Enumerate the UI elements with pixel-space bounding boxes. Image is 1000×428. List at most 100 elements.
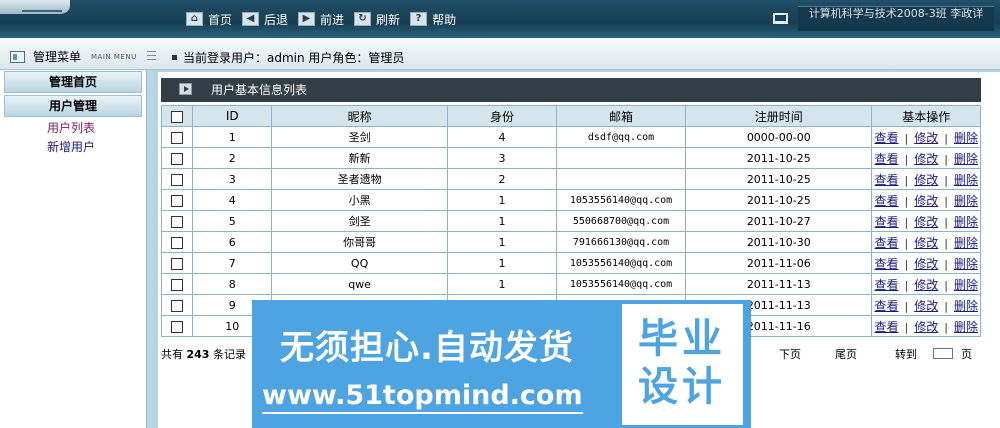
row-checkbox[interactable] (171, 278, 184, 291)
action-separator: | (944, 278, 948, 292)
sidebar-item-user-list[interactable]: 用户列表 (0, 119, 146, 138)
logo (0, 0, 70, 14)
cell-role: 1 (447, 252, 557, 274)
goto-page-input[interactable] (933, 348, 953, 359)
edit-link[interactable]: 修改 (914, 194, 938, 208)
bullet-icon (172, 55, 177, 60)
forward-arrow-icon: ▶ (298, 12, 316, 26)
sidebar-item-add-user[interactable]: 新增用户 (0, 138, 146, 157)
cell-register-time: 0000-00-00 (685, 126, 873, 148)
delete-link[interactable]: 删除 (954, 299, 978, 313)
row-checkbox[interactable] (171, 236, 184, 249)
column-header: 邮箱 (555, 105, 687, 127)
view-link[interactable]: 查看 (875, 152, 899, 166)
top-bar: ⌂ 首页 ◀ 后退 ▶ 前进 ↻ 刷新 ? 帮助 计算机科学与技术2008-3班… (0, 0, 1000, 38)
delete-link[interactable]: 删除 (954, 194, 978, 208)
row-checkbox[interactable] (171, 152, 184, 165)
action-separator: | (904, 194, 909, 208)
view-link[interactable]: 查看 (875, 236, 899, 250)
play-icon (179, 83, 192, 95)
delete-link[interactable]: 删除 (954, 278, 978, 292)
column-header: 昵称 (271, 105, 449, 127)
home-icon: ⌂ (186, 12, 203, 26)
row-select-cell (160, 168, 194, 190)
delete-link[interactable]: 删除 (954, 131, 978, 145)
watermark-banner: 无须担心.自动发货 www.51topmind.com 毕业 设计 (252, 300, 751, 428)
cell-id: 1 (192, 126, 273, 148)
refresh-icon: ↻ (354, 12, 372, 26)
cell-register-time: 2011-10-25 (685, 147, 873, 169)
nav-help-button[interactable]: ? 帮助 (410, 11, 456, 28)
table-row: 3 圣者遗物 2 2011-10-25 查看 | 修改 | 删除 (160, 168, 981, 190)
column-header: 身份 (447, 105, 557, 127)
action-separator: | (944, 257, 948, 271)
table-row: 4 小黑 1 1053556140@qq.com 2011-10-25 查看 | 修改 | 删除 (160, 189, 981, 211)
row-checkbox[interactable] (171, 173, 184, 186)
table-row: 7 QQ 1 1053556140@qq.com 2011-11-06 查看 | 修改 | 删除 (160, 252, 981, 274)
row-checkbox[interactable] (171, 299, 184, 312)
delete-link[interactable]: 删除 (954, 320, 978, 334)
row-select-cell (160, 231, 194, 253)
table-row: 8 qwe 1 1053556140@qq.com 2011-11-13 查看 | 修改 | 删除 (160, 273, 981, 295)
last-page-link[interactable]: 尾页 (835, 346, 857, 362)
row-select-cell (160, 252, 194, 274)
table-row: 1 圣剑 4 dsdf@qq.com 0000-00-00 查看 | 修改 | 删除 (160, 126, 981, 148)
view-link[interactable]: 查看 (875, 194, 899, 208)
cell-nickname: qwe (271, 273, 449, 295)
collapse-menu-icon[interactable] (147, 51, 156, 60)
delete-link[interactable]: 删除 (954, 152, 978, 166)
edit-link[interactable]: 修改 (914, 320, 938, 334)
edit-link[interactable]: 修改 (914, 257, 938, 271)
sidebar-section-user-management[interactable]: 用户管理 (4, 95, 142, 117)
view-link[interactable]: 查看 (875, 320, 899, 334)
delete-link[interactable]: 删除 (954, 215, 978, 229)
menu-title: 管理菜单 MAIN MENU (10, 48, 137, 65)
watermark-logo: 毕业 设计 (622, 304, 743, 425)
row-checkbox[interactable] (171, 131, 184, 144)
goto-label: 转到 (895, 348, 917, 361)
edit-link[interactable]: 修改 (914, 299, 938, 313)
edit-link[interactable]: 修改 (914, 278, 938, 292)
cell-nickname: 你哥哥 (271, 231, 449, 253)
cell-email (555, 147, 687, 169)
view-link[interactable]: 查看 (875, 131, 899, 145)
row-select-cell (160, 147, 194, 169)
nav-home-button[interactable]: ⌂ 首页 (186, 11, 232, 28)
delete-link[interactable]: 删除 (954, 173, 978, 187)
delete-link[interactable]: 删除 (954, 257, 978, 271)
edit-link[interactable]: 修改 (914, 152, 938, 166)
view-link[interactable]: 查看 (875, 278, 899, 292)
app-window: ⌂ 首页 ◀ 后退 ▶ 前进 ↻ 刷新 ? 帮助 计算机科学与技术2008-3班… (0, 0, 1000, 428)
row-checkbox[interactable] (171, 194, 184, 207)
edit-link[interactable]: 修改 (914, 173, 938, 187)
cell-actions: 查看 | 修改 | 删除 (871, 252, 981, 274)
edit-link[interactable]: 修改 (914, 236, 938, 250)
view-link[interactable]: 查看 (875, 257, 899, 271)
view-link[interactable]: 查看 (875, 173, 899, 187)
view-link[interactable]: 查看 (875, 299, 899, 313)
cell-nickname: 小黑 (271, 189, 449, 211)
row-select-cell (160, 126, 194, 148)
action-separator: | (904, 131, 909, 145)
cell-id: 7 (192, 252, 273, 274)
edit-link[interactable]: 修改 (914, 131, 938, 145)
action-separator: | (904, 299, 909, 313)
sidebar-section-home[interactable]: 管理首页 (4, 71, 142, 93)
panel-title: 用户基本信息列表 (211, 83, 308, 97)
watermark-logo-line1: 毕业 (638, 316, 726, 362)
row-checkbox[interactable] (171, 257, 184, 270)
next-page-link[interactable]: 下页 (779, 346, 801, 362)
action-separator: | (944, 131, 948, 145)
select-all-checkbox[interactable] (171, 110, 184, 123)
row-checkbox[interactable] (171, 320, 184, 333)
table-row: 6 你哥哥 1 791666130@qq.com 2011-10-30 查看 | 修改 | 删除 (160, 231, 981, 253)
delete-link[interactable]: 删除 (954, 236, 978, 250)
nav-back-button[interactable]: ◀ 后退 (242, 11, 288, 28)
view-link[interactable]: 查看 (875, 215, 899, 229)
row-checkbox[interactable] (171, 215, 184, 228)
edit-link[interactable]: 修改 (914, 215, 938, 229)
cell-nickname: QQ (271, 252, 449, 274)
nav-refresh-button[interactable]: ↻ 刷新 (354, 11, 400, 28)
cell-role: 1 (447, 231, 557, 253)
nav-forward-button[interactable]: ▶ 前进 (298, 11, 344, 28)
